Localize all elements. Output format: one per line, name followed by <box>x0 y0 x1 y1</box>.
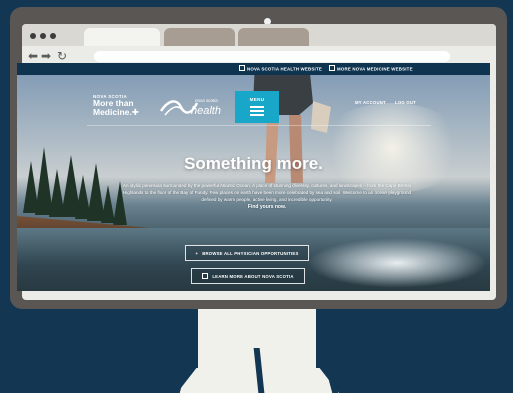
browse-opportunities-label: BROWSE ALL PHYSICIAN OPPORTUNITIES <box>202 250 299 256</box>
external-link-icon <box>202 273 209 279</box>
logo-text-line2: health <box>191 105 221 117</box>
nova-medicine-website-link[interactable]: MORE NOVA MEDICINE WEBSITE <box>329 65 413 72</box>
logo-text-line1: nova scotia <box>195 98 218 103</box>
nova-scotia-health-logo[interactable]: nova scotia health <box>159 93 221 119</box>
website-viewport: NOVA SCOTIA HEALTH WEBSITE MORE NOVA MED… <box>17 63 490 291</box>
back-arrow-icon[interactable]: ⬅ <box>28 49 38 63</box>
address-bar[interactable] <box>94 51 450 62</box>
hero-headline: Something more. <box>184 154 323 173</box>
site-utility-bar: NOVA SCOTIA HEALTH WEBSITE MORE NOVA MED… <box>17 63 490 75</box>
brand-tagline-line2: Medicine. <box>93 106 132 117</box>
hero-trees <box>23 147 127 225</box>
forward-arrow-icon[interactable]: ➡ <box>41 49 51 63</box>
browser-tab-bar <box>22 24 496 46</box>
browser-tab[interactable] <box>164 28 235 46</box>
health-website-link[interactable]: NOVA SCOTIA HEALTH WEBSITE <box>239 65 322 72</box>
plus-icon: ✚ <box>131 106 139 117</box>
external-link-icon <box>329 65 335 71</box>
menu-label: MENU <box>249 97 265 102</box>
learn-more-label: LEARN MORE ABOUT NOVA SCOTIA <box>212 273 294 279</box>
nova-medicine-website-label: MORE NOVA MEDICINE WEBSITE <box>337 66 413 72</box>
header-divider <box>87 125 431 126</box>
my-account-link[interactable]: MY ACCOUNT <box>355 100 386 105</box>
brand-logo[interactable]: NOVA SCOTIA More than Medicine.✚ <box>93 94 139 116</box>
browser-tab-active[interactable] <box>84 28 160 46</box>
log-out-link[interactable]: LOG OUT <box>395 100 416 105</box>
hero-intro-emphasis: Find yours now. <box>247 203 287 210</box>
hero-sky-glow <box>317 103 467 193</box>
browse-opportunities-button[interactable]: + BROWSE ALL PHYSICIAN OPPORTUNITIES <box>185 245 309 261</box>
reload-icon[interactable]: ↻ <box>57 49 67 63</box>
hero-splash <box>307 238 487 288</box>
browser-tab[interactable] <box>238 28 309 46</box>
plus-icon: + <box>195 250 199 256</box>
menu-button[interactable]: MENU <box>235 91 279 123</box>
hamburger-menu-icon <box>250 106 264 119</box>
window-dot-icon[interactable] <box>50 33 56 39</box>
window-controls[interactable] <box>30 33 56 39</box>
hero-intro: An idyllic peninsula surrounded by the p… <box>122 183 412 211</box>
hero-intro-text: An idyllic peninsula surrounded by the p… <box>122 183 412 202</box>
window-dot-icon[interactable] <box>30 33 36 39</box>
learn-more-button[interactable]: LEARN MORE ABOUT NOVA SCOTIA <box>191 268 305 284</box>
external-link-icon <box>239 65 245 71</box>
window-dot-icon[interactable] <box>40 33 46 39</box>
health-website-label: NOVA SCOTIA HEALTH WEBSITE <box>247 66 322 72</box>
